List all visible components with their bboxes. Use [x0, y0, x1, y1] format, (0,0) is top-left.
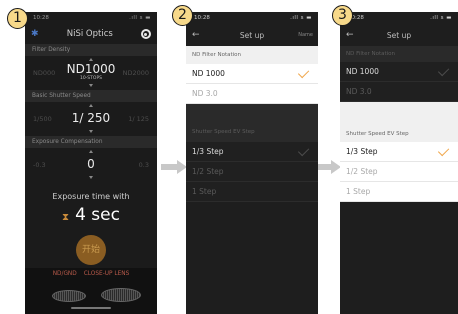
option-label: 1/2 Step: [346, 167, 378, 176]
option-label: ND 1000: [192, 69, 225, 78]
option-label: 1 Step: [346, 187, 371, 196]
shutter-speed-picker[interactable]: 1/500 1/ 250 1/ 125: [25, 102, 157, 136]
option-label: 1 Step: [192, 187, 217, 196]
nd-filter-image[interactable]: [52, 290, 86, 302]
tab-nd-gnd[interactable]: ND/GND: [53, 271, 77, 277]
empty-area: [340, 202, 458, 282]
option-1-3-step[interactable]: 1/3 Step: [340, 142, 458, 162]
nav-bar: ← Set up: [340, 24, 458, 46]
picker-next-value[interactable]: 0.3: [139, 161, 149, 169]
option-1-step[interactable]: 1 Step: [340, 182, 458, 202]
chevron-down-icon: [88, 176, 93, 179]
exposure-time-display: ⧗ 4 sec: [25, 205, 157, 225]
start-button[interactable]: 开始: [76, 235, 106, 265]
checkmark-icon: [437, 64, 450, 76]
next-arrow-icon: [161, 160, 187, 174]
chevron-up-icon: [88, 104, 93, 107]
home-indicator: [71, 307, 111, 309]
nav-right-button[interactable]: Name: [298, 32, 313, 38]
option-1-3-step[interactable]: 1/3 Step: [186, 142, 318, 162]
option-label: ND 3.0: [346, 87, 372, 96]
next-arrow-icon: [315, 160, 341, 174]
tutorial-stage: 1 2 3 10:28 .ıll 𝗌 ▬ ✱ NiSi Optics Filte…: [0, 0, 458, 314]
step-badge-3: 3: [332, 5, 353, 26]
option-1-step[interactable]: 1 Step: [186, 182, 318, 202]
bluetooth-icon[interactable]: ✱: [31, 29, 39, 39]
chevron-down-icon: [88, 130, 93, 133]
status-time: 10:28: [33, 15, 49, 21]
hourglass-icon: ⧗: [62, 212, 70, 223]
nav-bar: ✱ NiSi Optics: [25, 24, 157, 44]
phone-setup-screen-ev: 10:28 .ıll 𝗌 ▬ ← Set up ND Filter Notati…: [340, 12, 458, 314]
option-1-2-step[interactable]: 1/2 Step: [340, 162, 458, 182]
filter-type-tabs: ND/GND CLOSE-UP LENS: [25, 268, 157, 277]
section-nd-filter-notation: ND Filter Notation: [186, 46, 318, 64]
exposure-time-value: 4 sec: [75, 205, 120, 225]
step-badge-2: 2: [172, 5, 193, 26]
status-icons: .ıll 𝗌 ▬: [290, 15, 312, 21]
tab-close-up-lens[interactable]: CLOSE-UP LENS: [84, 271, 130, 277]
status-icons: .ıll 𝗌 ▬: [129, 15, 151, 21]
option-nd-1000[interactable]: ND 1000: [186, 64, 318, 84]
gear-icon[interactable]: [140, 29, 151, 39]
section-exposure-compensation: Exposure Compensation: [25, 136, 157, 148]
filter-density-picker[interactable]: ND000 ND1000 10-STOPS ND2000: [25, 56, 157, 90]
checkmark-icon: [297, 144, 310, 156]
picker-next-value[interactable]: 1/ 125: [128, 115, 149, 123]
step-badge-1: 1: [7, 8, 28, 29]
option-label: ND 3.0: [192, 89, 218, 98]
app-title: NiSi Optics: [66, 29, 113, 39]
option-label: 1/2 Step: [192, 167, 224, 176]
status-bar: 10:28 .ıll 𝗌 ▬: [186, 12, 318, 24]
picker-next-value[interactable]: ND2000: [123, 69, 149, 77]
section-shutter-ev-step: Shutter Speed EV Step: [340, 102, 458, 142]
picker-current-value: 0: [87, 157, 95, 171]
option-label: ND 1000: [346, 67, 379, 76]
phone-main-screen: 10:28 .ıll 𝗌 ▬ ✱ NiSi Optics Filter Dens…: [25, 12, 157, 314]
chevron-down-icon: [88, 84, 93, 87]
checkmark-icon: [297, 66, 310, 78]
option-label: 1/3 Step: [346, 147, 378, 156]
checkmark-icon: [437, 144, 450, 156]
option-nd-3-0[interactable]: ND 3.0: [340, 82, 458, 102]
chevron-up-icon: [88, 150, 93, 153]
status-bar: 10:28 .ıll 𝗌 ▬: [340, 12, 458, 24]
exposure-compensation-picker[interactable]: -0.3 0 0.3: [25, 148, 157, 182]
page-title: Set up: [386, 30, 412, 40]
option-nd-1000[interactable]: ND 1000: [340, 62, 458, 82]
section-shutter-speed: Basic Shutter Speed: [25, 90, 157, 102]
chevron-up-icon: [88, 58, 93, 61]
option-nd-3-0[interactable]: ND 3.0: [186, 84, 318, 104]
section-filter-density: Filter Density: [25, 44, 157, 56]
close-up-lens-image[interactable]: [101, 288, 141, 302]
exposure-time-label: Exposure time with: [52, 192, 130, 201]
option-label: 1/3 Step: [192, 147, 224, 156]
status-time: 10:28: [194, 15, 210, 21]
status-bar: 10:28 .ıll 𝗌 ▬: [25, 12, 157, 24]
nav-bar: ← Set up Name: [186, 24, 318, 46]
section-nd-filter-notation: ND Filter Notation: [340, 46, 458, 62]
phone-setup-screen-nd: 10:28 .ıll 𝗌 ▬ ← Set up Name ND Filter N…: [186, 12, 318, 314]
option-1-2-step[interactable]: 1/2 Step: [186, 162, 318, 182]
section-shutter-ev-step: Shutter Speed EV Step: [186, 104, 318, 142]
status-icons: .ıll 𝗌 ▬: [430, 15, 452, 21]
